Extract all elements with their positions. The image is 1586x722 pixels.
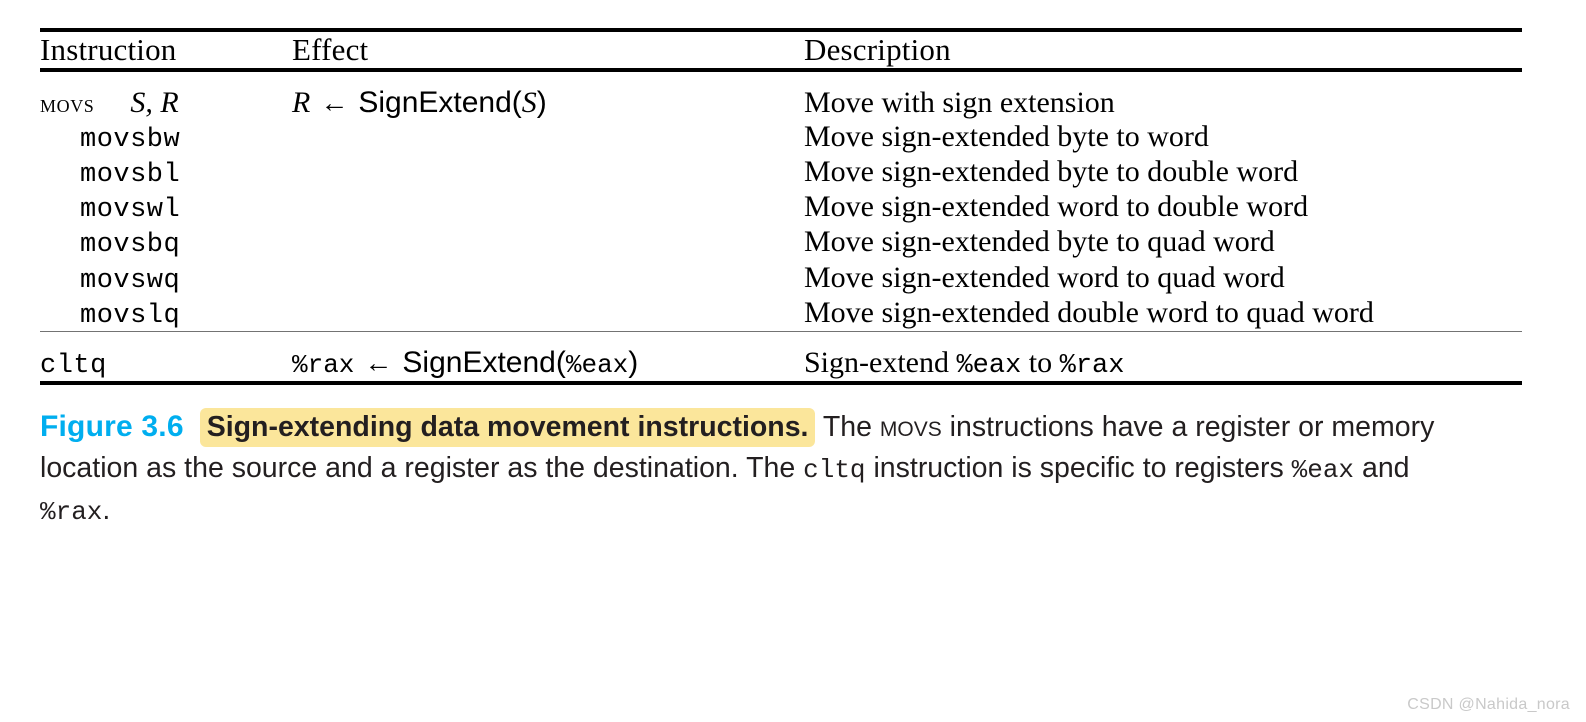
instruction-table-body: movs S, R R ← SignExtend(S) Move with sign ex… (40, 72, 1522, 331)
caption-rax-mono: %rax (40, 496, 103, 527)
table-section-divider (40, 331, 1522, 332)
cell-instruction: cltq (40, 332, 292, 381)
caption-body-part5: . (102, 493, 111, 526)
table-row: movs S, R R ← SignExtend(S) Move with sign ex… (40, 72, 1522, 120)
table-header-row: Instruction Effect Description (40, 32, 1522, 68)
caption-body-part1: The (822, 411, 880, 444)
description-register-rax: %rax (1059, 351, 1125, 381)
effect-argument: S (521, 86, 537, 119)
figure-caption-title: Sign-extending data movement instruction… (199, 408, 816, 448)
description-middle: to (1021, 346, 1060, 379)
cell-instruction: movsbw (40, 120, 292, 155)
table-row: movslq Move sign-extended double word to … (40, 296, 1522, 331)
column-header-effect: Effect (292, 32, 369, 67)
cell-description: Move with sign extension (804, 86, 1115, 119)
cell-effect: R ← SignExtend(S) (292, 72, 804, 120)
cell-effect (292, 155, 804, 190)
cell-instruction: movswq (40, 261, 292, 296)
caption-movs-smallcaps: movs (879, 410, 942, 444)
cell-description: Move sign-extended byte to quad word (804, 225, 1275, 259)
figure-label: Figure 3.6 (40, 410, 184, 444)
caption-eax-mono: %eax (1291, 455, 1355, 486)
cell-description: Sign-extend %eax to %rax (804, 332, 1522, 381)
description-register-eax: %eax (956, 351, 1022, 381)
instruction-mnemonic: movswl (80, 195, 181, 226)
cell-effect: %rax ← SignExtend(%eax) (292, 332, 804, 381)
instruction-mnemonic: movs (40, 91, 95, 118)
figure-caption: Figure 3.6 Sign-extending data movement i… (40, 405, 1460, 531)
cell-effect (292, 190, 804, 225)
cell-description: Move sign-extended double word to quad w… (804, 295, 1374, 329)
table-row: movsbl Move sign-extended byte to double … (40, 155, 1522, 190)
cell-description: Move sign-extended byte to word (804, 119, 1209, 153)
table-row-cltq: cltq %rax ← SignExtend(%eax) Sign-extend %… (40, 332, 1522, 381)
column-header-instruction: Instruction (40, 32, 177, 67)
left-arrow-icon: ← (320, 87, 349, 118)
table-row: movsbq Move sign-extended byte to quad wo… (40, 225, 1522, 260)
caption-body-part4: and (1354, 452, 1410, 485)
table-row: movsbw Move sign-extended byte to word (40, 120, 1522, 155)
column-header-description: Description (804, 32, 951, 67)
caption-body-part3: instruction is specific to registers (865, 452, 1292, 485)
effect-destination: R (292, 86, 311, 119)
instruction-mnemonic: movswq (80, 265, 181, 296)
watermark: CSDN @Nahida_nora (1407, 696, 1570, 713)
cell-instruction: movs S, R (40, 72, 292, 120)
cell-description: Move sign-extended byte to double word (804, 154, 1299, 188)
figure-3-6: Instruction Effect Description movs S, R R… (40, 28, 1522, 531)
cell-effect (292, 296, 804, 331)
cell-description: Move sign-extended word to quad word (804, 260, 1285, 294)
instruction-operands: S, R (130, 86, 179, 119)
description-prefix: Sign-extend (804, 346, 957, 379)
instruction-mnemonic: movslq (80, 300, 181, 331)
cell-effect (292, 261, 804, 296)
cell-instruction: movswl (40, 190, 292, 225)
table-row: movswq Move sign-extended word to quad wo… (40, 261, 1522, 296)
effect-close-paren: ) (536, 86, 547, 119)
cell-instruction: movsbq (40, 225, 292, 260)
cell-description: Move sign-extended word to double word (804, 190, 1309, 224)
instruction-table-last: cltq %rax ← SignExtend(%eax) Sign-extend %… (40, 332, 1522, 381)
mnemonic-cltq: cltq (40, 351, 107, 381)
effect-destination: %rax (292, 350, 355, 380)
table-row: movswl Move sign-extended word to double … (40, 190, 1522, 225)
effect-argument: %eax (565, 350, 629, 380)
instruction-mnemonic: movsbl (80, 159, 181, 190)
cell-effect (292, 225, 804, 260)
cell-instruction: movslq (40, 296, 292, 331)
instruction-mnemonic: movsbq (80, 230, 181, 261)
cell-instruction: movsbl (40, 155, 292, 190)
effect-function: SignExtend( (358, 86, 522, 119)
cell-effect (292, 120, 804, 155)
instruction-table: Instruction Effect Description (40, 32, 1522, 68)
instruction-mnemonic: movsbw (80, 124, 181, 155)
left-arrow-icon: ← (364, 347, 393, 378)
table-bottom-rule (40, 381, 1522, 386)
effect-close-paren: ) (628, 346, 639, 379)
caption-cltq-mono: cltq (803, 455, 866, 486)
effect-function: SignExtend( (402, 346, 566, 379)
